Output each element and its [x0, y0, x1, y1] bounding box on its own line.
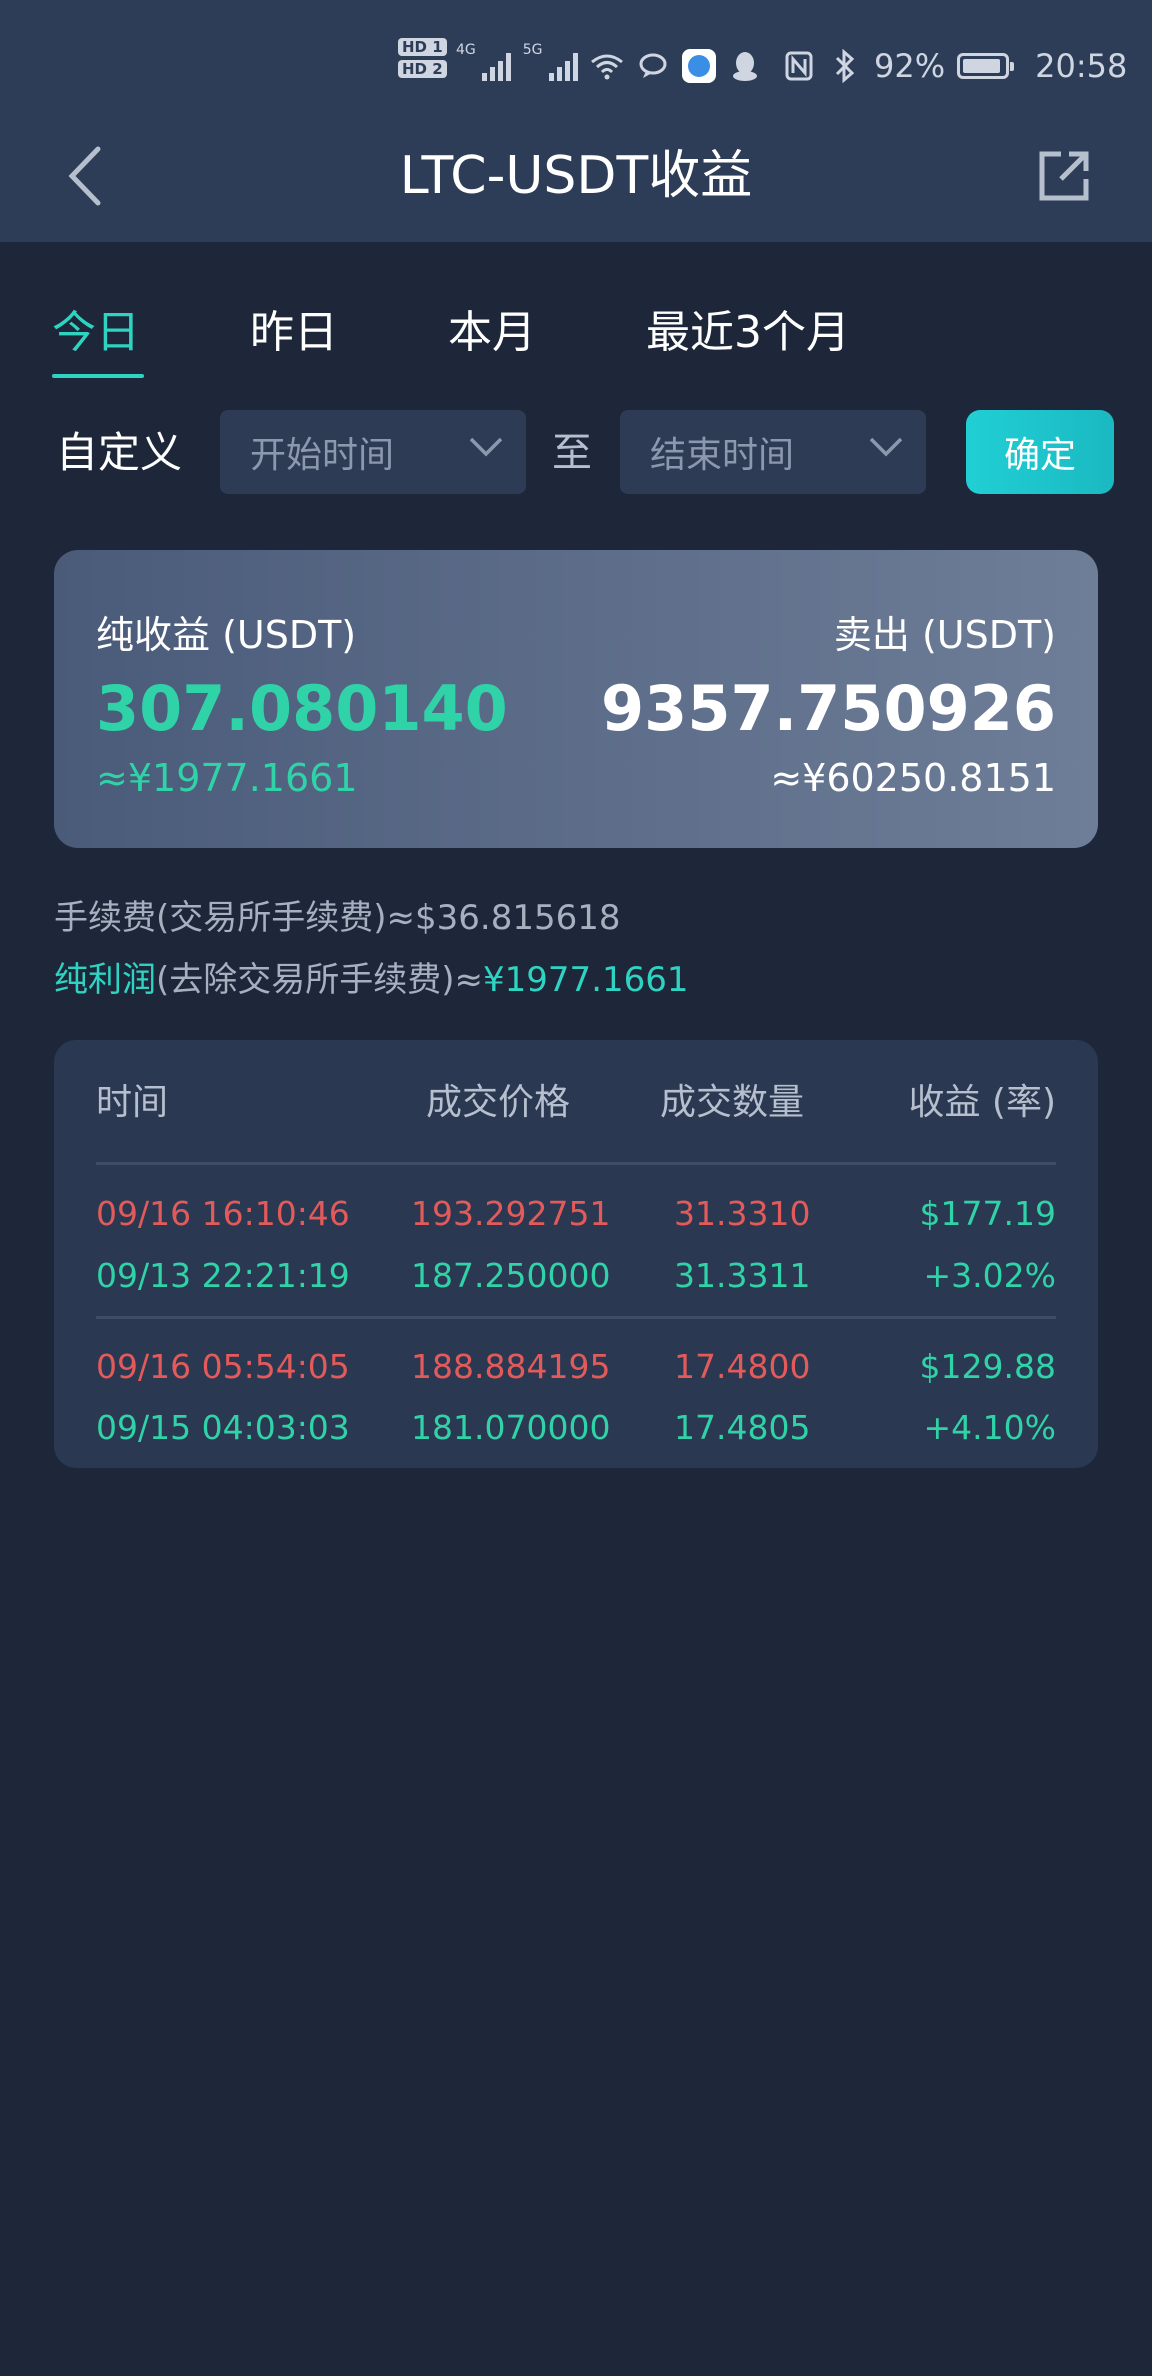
column-header-quantity: 成交数量: [660, 1082, 805, 1123]
net-profit-value: ¥1977.1661: [483, 960, 689, 1000]
exchange-fee-text: 手续费(交易所手续费)≈$36.815618: [54, 898, 621, 938]
sell-quantity: 17.4800: [674, 1347, 811, 1386]
custom-range-label: 自定义: [56, 428, 183, 477]
tab-this-month[interactable]: 本月: [448, 298, 536, 368]
chevron-down-icon: [869, 437, 903, 457]
start-time-placeholder: 开始时间: [250, 435, 395, 476]
profit-amount: $129.88: [919, 1347, 1056, 1386]
net-income-value: 307.080140: [96, 672, 508, 745]
clock-time: 20:58: [1035, 47, 1128, 85]
net-profit-note: (去除交易所手续费)≈: [156, 960, 484, 1000]
battery-percent: 92%: [874, 47, 946, 85]
period-tabs: 今日 昨日 本月 最近3个月: [0, 298, 1152, 378]
buy-quantity: 31.3311: [674, 1256, 811, 1295]
network-type-2: 5G: [522, 42, 543, 58]
browser-app-icon: [681, 49, 716, 83]
page-title: LTC-USDT收益: [399, 146, 753, 206]
buy-price: 181.070000: [411, 1408, 611, 1447]
net-profit-label: 纯利润: [54, 960, 156, 1000]
sell-value: 9357.750926: [601, 672, 1056, 745]
signal-strength-1-icon: [481, 51, 511, 81]
buy-quantity: 17.4805: [674, 1408, 811, 1447]
app-header: HD 1 HD 2 4G 5G 92% 20:58 LTC-USDT收益: [0, 0, 1152, 242]
net-income-cny: ≈¥1977.1661: [96, 756, 358, 800]
hd1-badge: HD 1: [398, 38, 447, 56]
net-profit-text: 纯利润(去除交易所手续费)≈¥1977.1661: [54, 952, 689, 1001]
sell-time: 09/16 05:54:05: [96, 1347, 350, 1386]
net-income-label: 纯收益 (USDT): [96, 613, 357, 657]
range-to-label: 至: [552, 430, 592, 476]
chevron-down-icon: [469, 437, 503, 457]
nfc-icon: [782, 49, 816, 83]
tab-today[interactable]: 今日: [52, 298, 140, 368]
header-divider: [96, 1162, 1056, 1165]
sell-price: 193.292751: [411, 1194, 611, 1233]
end-time-dropdown[interactable]: 结束时间: [620, 410, 926, 494]
profit-rate: +4.10%: [923, 1408, 1056, 1447]
tab-last-3-months[interactable]: 最近3个月: [646, 298, 850, 368]
column-header-time: 时间: [96, 1082, 169, 1123]
profit-rate: +3.02%: [923, 1256, 1056, 1295]
network-type-1: 4G: [456, 42, 476, 58]
sell-cny: ≈¥60250.8151: [770, 756, 1056, 800]
tab-yesterday[interactable]: 昨日: [250, 298, 338, 368]
row-divider: [96, 1316, 1056, 1319]
status-bar: HD 1 HD 2 4G 5G 92% 20:58: [0, 0, 1152, 136]
sell-label: 卖出 (USDT): [833, 613, 1056, 657]
battery-fill: [963, 59, 1000, 73]
penguin-icon: [728, 49, 762, 83]
sell-time: 09/16 16:10:46: [96, 1194, 350, 1233]
column-header-profit-rate: 收益 (率): [908, 1082, 1056, 1123]
status-right-group: 92% 20:58: [782, 42, 1127, 90]
hd-indicators: HD 1 HD 2: [398, 38, 447, 78]
external-link-icon: [1039, 151, 1089, 201]
chat-bubble-icon: [636, 49, 670, 83]
end-time-placeholder: 结束时间: [650, 435, 795, 476]
buy-time: 09/13 22:21:19: [96, 1256, 350, 1295]
profit-amount: $177.19: [919, 1194, 1056, 1233]
wifi-icon: [590, 49, 624, 83]
buy-price: 187.250000: [411, 1256, 611, 1295]
hd2-badge: HD 2: [398, 60, 447, 78]
signal-strength-2-icon: [548, 51, 578, 81]
bluetooth-icon: [828, 49, 862, 83]
battery-icon: [957, 53, 1015, 79]
column-header-price: 成交价格: [426, 1082, 571, 1123]
confirm-button[interactable]: 确定: [966, 410, 1114, 494]
sell-price: 188.884195: [411, 1347, 611, 1386]
buy-time: 09/15 04:03:03: [96, 1408, 350, 1447]
share-button[interactable]: [1030, 142, 1098, 210]
active-tab-indicator: [52, 374, 144, 378]
trades-table: 时间 成交价格 成交数量 收益 (率) 09/16 16:10:46 193.2…: [54, 1040, 1098, 1468]
start-time-dropdown[interactable]: 开始时间: [220, 410, 526, 494]
signal-group: 4G 5G: [456, 42, 762, 90]
sell-quantity: 31.3310: [674, 1194, 811, 1233]
summary-card: 纯收益 (USDT) 卖出 (USDT) 307.080140 9357.750…: [54, 550, 1098, 848]
